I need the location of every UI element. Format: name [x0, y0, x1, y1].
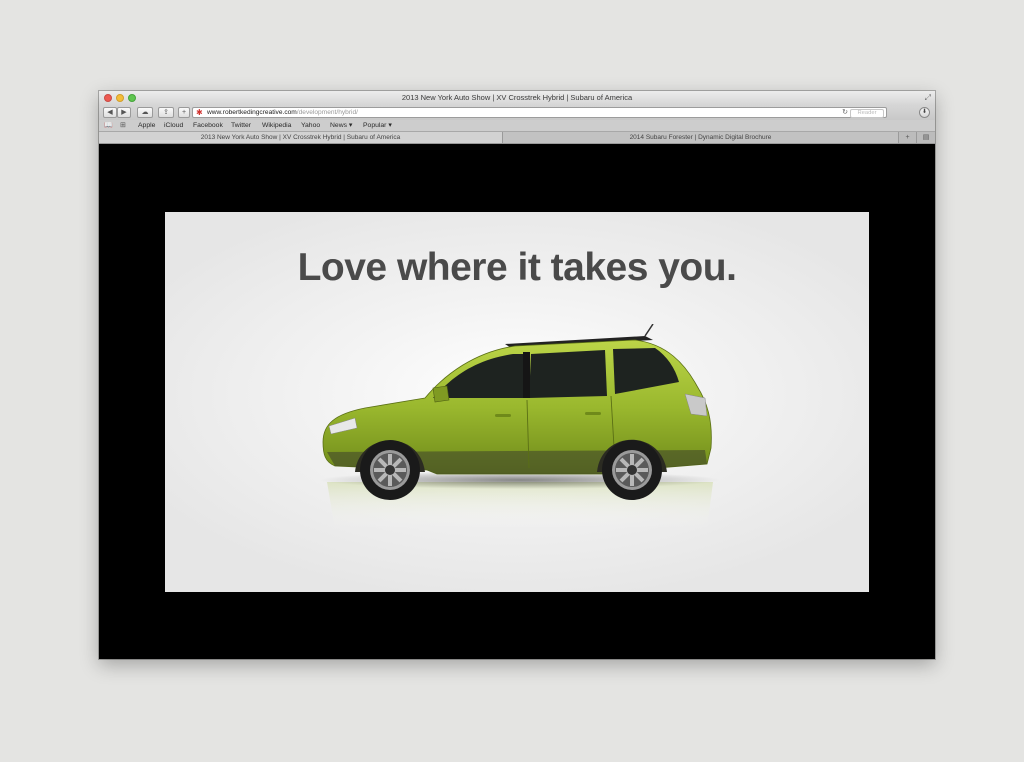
- browser-window: 2013 New York Auto Show | XV Crosstrek H…: [99, 91, 935, 659]
- window-title: 2013 New York Auto Show | XV Crosstrek H…: [401, 93, 633, 102]
- tab-overview-icon[interactable]: ▤: [917, 132, 935, 143]
- site-favicon-icon: ✱: [196, 108, 203, 117]
- page-content: Love where it takes you.: [99, 144, 935, 659]
- url-text: www.robertkedingcreative.com/development…: [207, 109, 358, 117]
- download-icon: ⬇: [921, 109, 928, 115]
- cloud-icon: ☁: [141, 109, 149, 116]
- address-bar[interactable]: ✱ www.robertkedingcreative.com/developme…: [192, 107, 887, 118]
- rear-wheel: [602, 440, 662, 500]
- url-host: www.robertkedingcreative.com: [207, 109, 297, 116]
- antenna: [644, 323, 654, 337]
- toolbar: ◀ ▶ ☁ ⇪ + ✱ www.robertkedingcreative.com…: [99, 105, 935, 120]
- downloads-button[interactable]: ⬇: [919, 107, 930, 118]
- tab-bar: 2013 New York Auto Show | XV Crosstrek H…: [99, 132, 935, 144]
- top-sites-icon[interactable]: ⊞: [120, 121, 126, 130]
- door-handle-front: [495, 414, 511, 417]
- b-pillar: [523, 352, 530, 398]
- side-mirror: [432, 385, 450, 403]
- icloud-tabs-button[interactable]: ☁: [137, 107, 153, 118]
- reload-icon[interactable]: ↻: [842, 108, 848, 117]
- bookmark-facebook[interactable]: Facebook: [193, 121, 223, 130]
- reading-list-icon[interactable]: 📖: [104, 121, 113, 130]
- title-bar: 2013 New York Auto Show | XV Crosstrek H…: [99, 91, 935, 105]
- url-path: /development/hybrid/: [296, 109, 359, 116]
- hero-banner: Love where it takes you.: [165, 212, 869, 592]
- tab-crosstrek-hybrid[interactable]: 2013 New York Auto Show | XV Crosstrek H…: [99, 132, 503, 143]
- tab-forester-brochure[interactable]: 2014 Subaru Forester | Dynamic Digital B…: [503, 132, 899, 143]
- fullscreen-icon[interactable]: ⤢: [925, 93, 931, 103]
- bookmark-yahoo[interactable]: Yahoo: [301, 121, 320, 130]
- bookmark-icloud[interactable]: iCloud: [164, 121, 183, 130]
- back-button[interactable]: ◀: [103, 107, 117, 118]
- bookmark-popular-menu[interactable]: Popular ▾: [363, 121, 392, 130]
- door-handle-rear: [585, 412, 601, 415]
- plus-icon: +: [181, 109, 187, 116]
- bookmark-wikipedia[interactable]: Wikipedia: [262, 121, 291, 130]
- front-wheel: [360, 440, 420, 500]
- add-bookmark-button[interactable]: +: [178, 107, 190, 118]
- bookmark-apple[interactable]: Apple: [138, 121, 155, 130]
- new-tab-icon[interactable]: +: [899, 132, 917, 143]
- share-icon: ⇪: [163, 109, 169, 116]
- share-button[interactable]: ⇪: [158, 107, 174, 118]
- rear-door-window: [529, 350, 607, 398]
- hero-headline: Love where it takes you.: [297, 246, 737, 289]
- reader-button[interactable]: Reader: [850, 109, 884, 118]
- car-image: [315, 323, 725, 559]
- forward-button[interactable]: ▶: [117, 107, 131, 118]
- bookmarks-bar: 📖 ⊞ Apple iCloud Facebook Twitter Wikipe…: [99, 120, 935, 132]
- bookmark-twitter[interactable]: Twitter: [231, 121, 251, 130]
- bookmark-news-menu[interactable]: News ▾: [330, 121, 352, 130]
